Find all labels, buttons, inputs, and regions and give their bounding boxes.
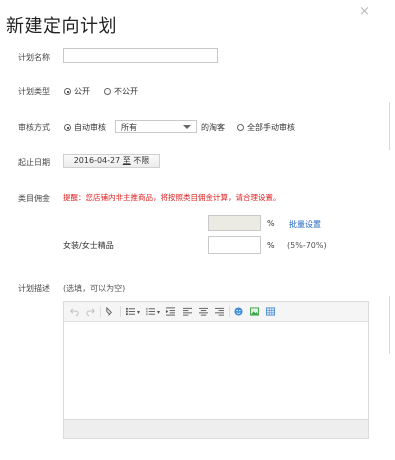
end-date: 不限 [133, 156, 150, 165]
review-scope-select[interactable]: 所有 [115, 120, 197, 133]
plan-name-label: 计划名称 [18, 53, 50, 62]
align-right-icon[interactable] [215, 307, 224, 316]
rich-text-editor[interactable]: ▾ ▾ [63, 301, 369, 439]
editor-statusbar [64, 419, 368, 438]
date-separator: 至 [122, 156, 131, 165]
plan-type-private-radio[interactable]: 不公开 [104, 86, 138, 97]
review-mode-label: 审核方式 [18, 123, 50, 132]
numbered-list-icon[interactable] [146, 307, 155, 316]
table-icon[interactable] [266, 307, 275, 316]
toolbar-separator [229, 306, 230, 317]
chevron-down-icon[interactable]: ▾ [137, 309, 140, 316]
plan-name-input[interactable] [63, 48, 218, 63]
undo-icon[interactable] [70, 307, 79, 316]
toolbar-separator [120, 306, 121, 317]
redo-icon[interactable] [86, 307, 95, 316]
dialog-title: 新建定向计划 [6, 16, 117, 37]
right-divider [389, 296, 390, 354]
bullet-list-icon[interactable] [126, 307, 135, 316]
category-commission-label: 类目佣金 [18, 194, 50, 203]
radio-unchecked-icon [104, 88, 111, 95]
category-name: 女装/女士精品 [63, 241, 114, 250]
review-auto-radio[interactable]: 自动审核 [64, 122, 106, 133]
dates-label: 起止日期 [18, 158, 50, 167]
batch-commission-input[interactable] [208, 215, 261, 231]
right-divider [389, 102, 390, 150]
batch-set-link[interactable]: 批量设置 [289, 219, 321, 230]
editor-content-area[interactable] [64, 322, 368, 419]
plan-type-label: 计划类型 [18, 87, 50, 96]
emoji-icon[interactable] [234, 307, 243, 316]
radio-checked-icon [64, 124, 71, 131]
start-date: 2016-04-27 [73, 156, 121, 165]
editor-toolbar: ▾ ▾ [64, 302, 368, 322]
radio-checked-icon [64, 88, 71, 95]
description-hint: (选填，可以为空) [63, 284, 126, 293]
description-label: 计划描述 [18, 284, 50, 293]
category-range: (5%-70%) [287, 241, 327, 250]
format-painter-icon[interactable] [105, 307, 114, 316]
commission-warning: 提醒：您店铺内非主推商品，将按照类目佣金计算，请合理设置。 [63, 193, 281, 202]
image-icon[interactable] [250, 307, 259, 316]
radio-unchecked-icon [237, 124, 244, 131]
category-commission-input[interactable] [208, 236, 261, 254]
review-suffix: 的淘客 [201, 123, 225, 132]
align-center-icon[interactable] [199, 307, 208, 316]
chevron-down-icon[interactable]: ▾ [157, 309, 160, 316]
batch-unit: % [267, 219, 275, 228]
plan-type-public-radio[interactable]: 公开 [64, 86, 90, 97]
chevron-down-icon [183, 125, 191, 129]
date-range-button[interactable]: 2016-04-27 至 不限 [63, 154, 160, 168]
toolbar-separator [100, 306, 101, 317]
category-unit: % [267, 241, 275, 250]
align-left-icon[interactable] [183, 307, 192, 316]
review-scope-value: 所有 [121, 123, 137, 132]
close-icon[interactable]: × [359, 4, 370, 19]
review-manual-radio[interactable]: 全部手动审核 [237, 122, 295, 133]
indent-icon[interactable] [166, 307, 175, 316]
